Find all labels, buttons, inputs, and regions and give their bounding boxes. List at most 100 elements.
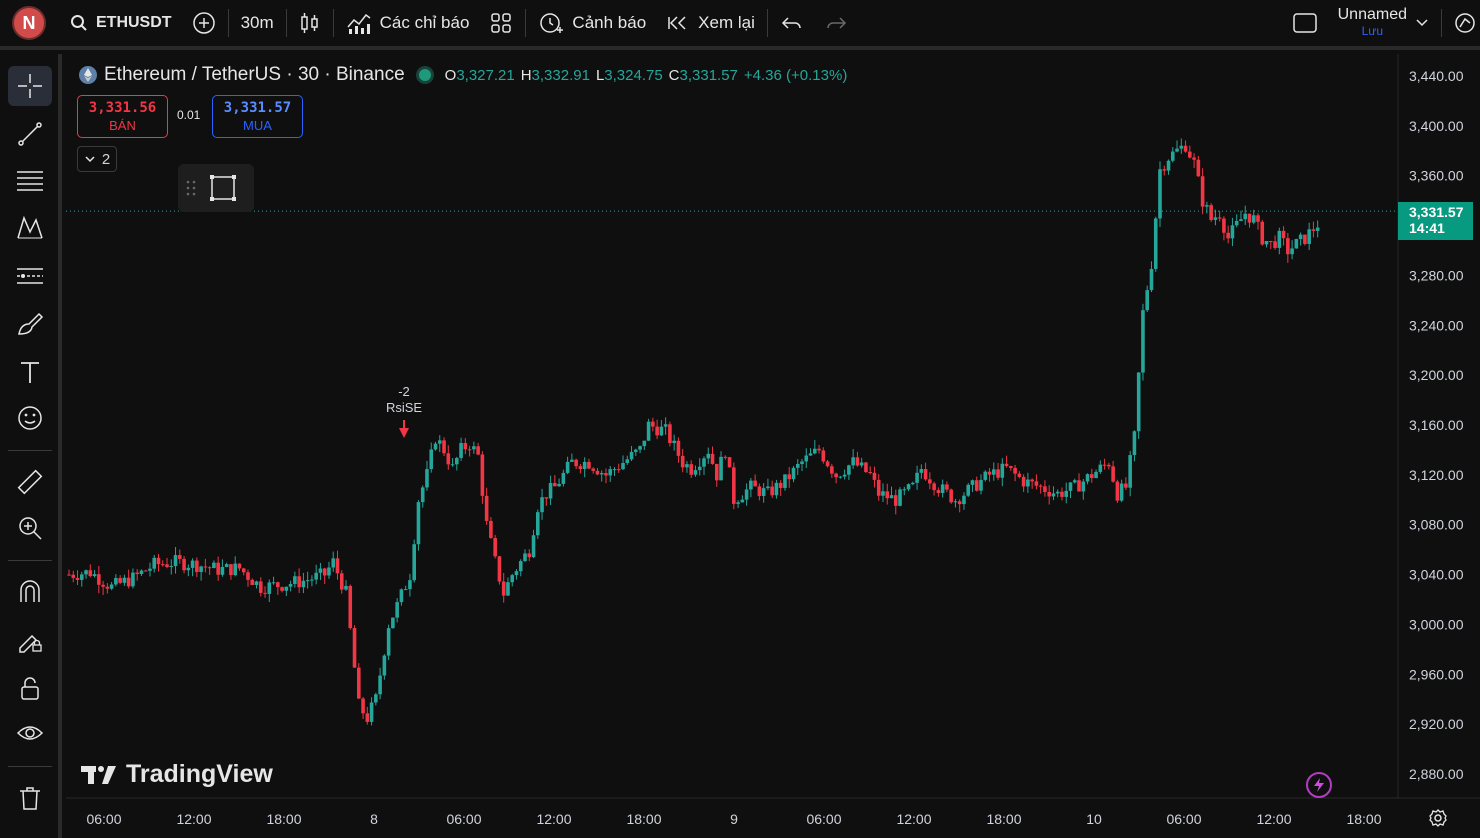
layouts-button[interactable] bbox=[479, 5, 523, 41]
candle-body bbox=[1102, 464, 1107, 466]
interval-button[interactable]: 30m bbox=[231, 5, 284, 41]
candle-body bbox=[263, 592, 267, 594]
candle-body bbox=[425, 469, 429, 488]
candle-body bbox=[672, 440, 676, 444]
lock-draw-tool[interactable] bbox=[8, 620, 52, 660]
quick-search-button[interactable] bbox=[1444, 5, 1480, 41]
replay-label: Xem lại bbox=[698, 13, 755, 32]
candle-body bbox=[1141, 310, 1145, 373]
candle-body bbox=[92, 574, 97, 577]
candle-body bbox=[625, 459, 630, 463]
candle-body bbox=[101, 584, 105, 587]
tv-logo-icon bbox=[81, 765, 116, 784]
layout-name-button[interactable]: Unnamed Lưu bbox=[1328, 5, 1439, 41]
candle-body bbox=[1115, 481, 1120, 501]
candlestick-chart[interactable]: 3,440.00 3,400.00 3,360.00 3,280.00 3,240.00… bbox=[66, 54, 1480, 838]
candle-body bbox=[800, 461, 804, 465]
candle-body bbox=[553, 483, 557, 487]
tradingview-logo[interactable]: TradingView bbox=[80, 760, 273, 789]
remove-drawings-tool[interactable] bbox=[8, 778, 52, 818]
user-avatar[interactable]: N bbox=[12, 6, 46, 40]
candle-body bbox=[352, 628, 357, 668]
emoji-tool[interactable] bbox=[8, 398, 52, 438]
floating-toolbar bbox=[178, 164, 254, 212]
rewind-icon bbox=[668, 16, 686, 30]
fib-tool[interactable] bbox=[8, 160, 52, 200]
candle-body bbox=[1098, 464, 1103, 472]
buy-button[interactable]: 3,331.57 MUA bbox=[212, 95, 303, 138]
compare-symbol-button[interactable] bbox=[182, 5, 226, 41]
chart-type-button[interactable] bbox=[289, 5, 331, 41]
candle-body bbox=[859, 462, 864, 466]
candle-body bbox=[1217, 217, 1222, 219]
candle-body bbox=[1081, 481, 1086, 492]
candles-icon bbox=[300, 13, 318, 33]
candle-body bbox=[680, 455, 685, 468]
candle-body bbox=[1077, 480, 1081, 492]
candle-body bbox=[616, 469, 621, 471]
fullscreen-select-button[interactable] bbox=[1282, 5, 1328, 41]
candle-body bbox=[344, 585, 348, 590]
candle-body bbox=[254, 581, 259, 585]
candle-body bbox=[1013, 467, 1017, 474]
pattern-tool[interactable] bbox=[8, 208, 52, 248]
indicators-collapse-button[interactable]: 2 bbox=[77, 146, 117, 172]
trend-line-tool[interactable] bbox=[8, 114, 52, 154]
drag-handle-icon[interactable] bbox=[186, 179, 196, 197]
ohlc-values: O3,327.21 H3,332.91 L3,324.75 C3,331.57 … bbox=[445, 67, 848, 84]
market-status-dot[interactable] bbox=[418, 69, 431, 81]
ohlc-close: C3,331.57 bbox=[668, 66, 738, 84]
time-tick-label: 12:00 bbox=[896, 811, 931, 827]
projection-tool[interactable] bbox=[8, 256, 52, 296]
magnet-tool[interactable] bbox=[8, 572, 52, 612]
candle-body bbox=[544, 497, 549, 499]
candle-body bbox=[403, 589, 408, 591]
candle-body bbox=[659, 426, 664, 436]
price-tick-label: 3,440.00 bbox=[1409, 68, 1464, 84]
undo-button[interactable] bbox=[770, 5, 814, 41]
candle-body bbox=[1230, 225, 1235, 239]
chart-pane[interactable]: 3,440.00 3,400.00 3,360.00 3,280.00 3,240.00… bbox=[66, 54, 1480, 838]
candle-body bbox=[216, 562, 220, 575]
symbol-search-button[interactable]: ETHUSDT bbox=[60, 5, 182, 41]
candle-body bbox=[655, 426, 659, 436]
hide-drawings-tool[interactable] bbox=[8, 714, 52, 754]
candle-body bbox=[945, 484, 949, 490]
alerts-button[interactable]: Cảnh báo bbox=[528, 5, 656, 41]
brush-tool[interactable] bbox=[8, 304, 52, 344]
ruler-tool[interactable] bbox=[8, 462, 52, 502]
chart-settings-button[interactable] bbox=[1428, 808, 1448, 833]
candle-body bbox=[783, 474, 787, 488]
crosshair-icon bbox=[18, 74, 42, 98]
candle-body bbox=[855, 457, 860, 466]
text-tool[interactable] bbox=[8, 352, 52, 392]
strategy-marker[interactable]: -2 RsiSE bbox=[384, 384, 424, 416]
candle-body bbox=[1021, 476, 1026, 487]
candle-body bbox=[574, 459, 578, 467]
price-tick-label: 3,080.00 bbox=[1409, 517, 1464, 533]
candle-body bbox=[1213, 217, 1218, 220]
crosshair-tool[interactable] bbox=[8, 66, 52, 106]
candle-body bbox=[276, 582, 280, 588]
candle-body bbox=[847, 465, 851, 475]
plus-circle-icon bbox=[192, 12, 215, 34]
price-tick-label: 3,000.00 bbox=[1409, 616, 1464, 632]
candle-body bbox=[634, 449, 638, 452]
candle-body bbox=[923, 469, 928, 480]
candle-body bbox=[825, 461, 830, 467]
candle-body bbox=[378, 675, 382, 695]
candle-body bbox=[778, 482, 783, 488]
lock-all-tool[interactable] bbox=[8, 668, 52, 708]
indicators-button[interactable]: Các chỉ báo bbox=[336, 5, 480, 41]
candle-body bbox=[791, 467, 796, 480]
redo-button[interactable] bbox=[814, 5, 858, 41]
sell-button[interactable]: 3,331.56 BÁN bbox=[77, 95, 168, 138]
symbol-title[interactable]: Ethereum / TetherUS · 30 · Binance bbox=[104, 64, 405, 86]
candle-body bbox=[604, 473, 608, 476]
zoom-tool[interactable] bbox=[8, 508, 52, 548]
select-rectangle-icon[interactable] bbox=[208, 173, 238, 203]
lightning-button[interactable] bbox=[1306, 772, 1332, 798]
candle-body bbox=[795, 464, 800, 468]
candle-body bbox=[612, 469, 617, 471]
replay-button[interactable]: Xem lại bbox=[656, 5, 765, 41]
